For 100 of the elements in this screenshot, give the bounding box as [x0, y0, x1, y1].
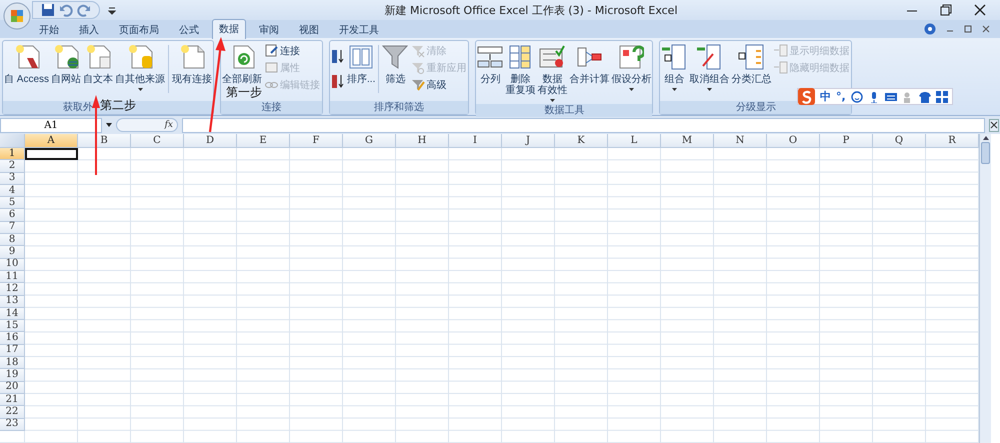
- ribbon-button[interactable]: 假设分析: [611, 43, 652, 93]
- row-header[interactable]: 8: [0, 234, 25, 246]
- ribbon-tab[interactable]: 审阅: [252, 20, 286, 38]
- ribbon-button[interactable]: 现有连接: [172, 43, 212, 86]
- column-header[interactable]: L: [608, 134, 661, 148]
- row-header[interactable]: 7: [0, 222, 25, 234]
- smiley-icon[interactable]: [850, 90, 863, 102]
- close-icon[interactable]: [974, 4, 986, 16]
- row-header[interactable]: 3: [0, 172, 25, 185]
- row-header[interactable]: 19: [0, 369, 25, 382]
- scroll-up-icon: [982, 136, 988, 140]
- row-header[interactable]: 23: [0, 418, 25, 431]
- column-header[interactable]: I: [449, 134, 502, 148]
- ribbon-button[interactable]: 组合: [661, 43, 688, 93]
- row-header[interactable]: 2: [0, 160, 25, 173]
- group-label: 分级显示: [660, 101, 852, 114]
- row-header[interactable]: 5: [0, 197, 25, 210]
- scroll-thumb[interactable]: [981, 142, 990, 164]
- ribbon-tab[interactable]: 页面布局: [112, 20, 166, 38]
- save-icon[interactable]: [41, 3, 55, 17]
- ribbon-button[interactable]: 高级: [410, 78, 468, 92]
- group-label: 排序和筛选: [330, 101, 468, 114]
- hide-detail-icon: [774, 61, 788, 75]
- clear-filter-icon: [411, 44, 426, 58]
- help-icon[interactable]: [924, 23, 936, 35]
- column-header[interactable]: K: [555, 134, 608, 148]
- remove-duplicates-icon: [507, 44, 534, 70]
- row-header[interactable]: 12: [0, 283, 25, 296]
- column-header[interactable]: M: [661, 134, 714, 148]
- subtotal-icon: [738, 44, 764, 70]
- column-header[interactable]: R: [926, 134, 979, 148]
- column-header[interactable]: P: [820, 134, 873, 148]
- keyboard-icon[interactable]: [884, 90, 897, 102]
- caret-icon[interactable]: [106, 123, 112, 127]
- column-header[interactable]: E: [237, 134, 290, 148]
- advanced-filter-icon: [411, 78, 426, 92]
- grid-icon[interactable]: [936, 90, 948, 102]
- row-header[interactable]: 4: [0, 184, 25, 198]
- column-header[interactable]: G: [343, 134, 396, 148]
- row-header[interactable]: 15: [0, 320, 25, 332]
- row-header[interactable]: 13: [0, 296, 25, 308]
- ribbon-button[interactable]: 分列: [477, 43, 504, 86]
- ribbon-tab[interactable]: 开始: [32, 20, 66, 38]
- column-header[interactable]: A: [25, 134, 78, 148]
- redo-icon[interactable]: [77, 3, 91, 17]
- punctuation-button[interactable]: °,: [836, 90, 846, 103]
- ribbon-button[interactable]: 自文本: [83, 43, 114, 86]
- customize-caret-icon[interactable]: [108, 6, 116, 14]
- show-detail-icon: [774, 44, 788, 58]
- column-header[interactable]: H: [396, 134, 449, 148]
- ribbon-button[interactable]: 自其他来源: [115, 43, 166, 93]
- selected-cell[interactable]: [25, 148, 78, 160]
- sort-descending-icon[interactable]: [331, 74, 346, 89]
- row-header[interactable]: 20: [0, 382, 25, 394]
- document-icon: [179, 44, 206, 70]
- ribbon-tab[interactable]: 开发工具: [332, 20, 386, 38]
- row-header[interactable]: 17: [0, 344, 25, 358]
- column-header[interactable]: B: [78, 134, 131, 148]
- row-header[interactable]: 6: [0, 209, 25, 222]
- ribbon-button[interactable]: 自 Access: [4, 43, 50, 86]
- ribbon-tab[interactable]: 插入: [72, 20, 106, 38]
- row-header[interactable]: 9: [0, 246, 25, 259]
- row-header[interactable]: 21: [0, 394, 25, 406]
- ribbon-button[interactable]: 自网站: [51, 43, 82, 86]
- column-header[interactable]: C: [131, 134, 184, 148]
- name-box[interactable]: A1: [0, 118, 102, 132]
- sort-ascending-icon[interactable]: [331, 49, 346, 64]
- ribbon-tab[interactable]: 公式: [172, 20, 206, 38]
- row-header[interactable]: 1: [0, 148, 25, 160]
- row-header[interactable]: 22: [0, 406, 25, 419]
- ribbon-tab[interactable]: 视图: [292, 20, 326, 38]
- ribbon-button[interactable]: 排序...: [347, 43, 376, 86]
- input-mode-button[interactable]: 中: [820, 89, 831, 104]
- column-header[interactable]: N: [714, 134, 767, 148]
- ribbon-button[interactable]: 连接: [264, 44, 322, 58]
- ribbon-button[interactable]: 数据 有效性: [537, 43, 568, 104]
- column-header[interactable]: F: [290, 134, 343, 148]
- reapply-filter-icon: [411, 61, 426, 75]
- restore-icon[interactable]: [940, 4, 952, 16]
- formula-input[interactable]: [182, 118, 985, 132]
- row-header[interactable]: 18: [0, 357, 25, 370]
- ribbon-button[interactable]: 取消组合: [689, 43, 730, 93]
- ribbon-button[interactable]: 合并计算: [569, 43, 610, 86]
- ribbon-button[interactable]: 全部刷新: [222, 43, 262, 86]
- column-header[interactable]: Q: [873, 134, 926, 148]
- column-header[interactable]: J: [502, 134, 555, 148]
- collapse-icon[interactable]: [989, 118, 999, 132]
- row-header[interactable]: 11: [0, 270, 25, 284]
- ribbon-button[interactable]: 筛选: [382, 43, 408, 86]
- shirt-icon[interactable]: [918, 90, 931, 102]
- row-header[interactable]: 10: [0, 258, 25, 271]
- row-header[interactable]: 14: [0, 308, 25, 320]
- column-header[interactable]: D: [184, 134, 237, 148]
- insert-function-button[interactable]: fx: [164, 120, 173, 130]
- row-header[interactable]: 16: [0, 332, 25, 345]
- ribbon-button[interactable]: 删除 重复项: [505, 43, 536, 97]
- vertical-scrollbar[interactable]: [979, 134, 991, 443]
- ribbon-button[interactable]: 分类汇总: [731, 43, 772, 86]
- ribbon-tab[interactable]: 数据: [212, 19, 246, 39]
- column-header[interactable]: O: [767, 134, 820, 148]
